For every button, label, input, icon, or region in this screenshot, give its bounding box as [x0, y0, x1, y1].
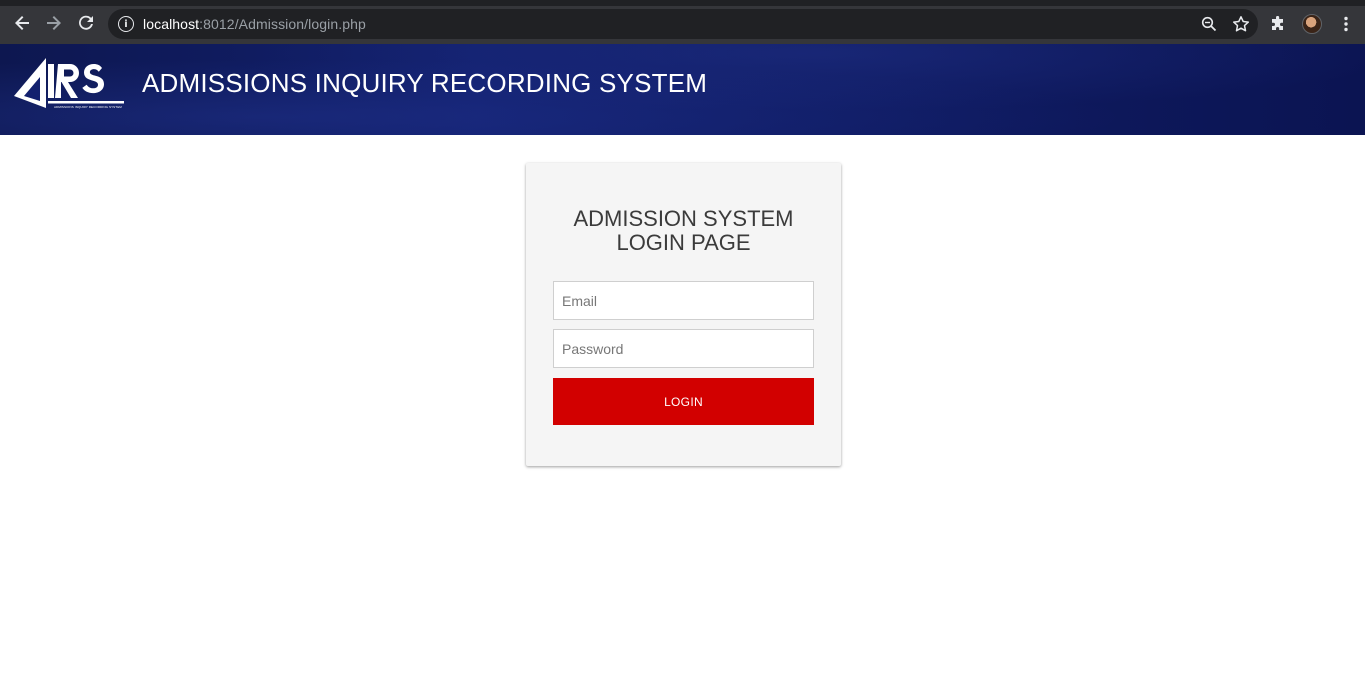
url-path: :8012/Admission/login.php — [199, 16, 366, 32]
logo-subtext: ADMISSIONS INQUIRY RECORDING SYSTEM — [54, 105, 122, 109]
login-button[interactable]: LOGIN — [553, 378, 814, 425]
avatar — [1302, 14, 1322, 34]
password-field[interactable] — [553, 329, 814, 368]
back-arrow-icon[interactable] — [8, 9, 36, 37]
info-icon[interactable]: i — [118, 16, 134, 32]
login-title: ADMISSION SYSTEM LOGIN PAGE — [526, 207, 841, 255]
kebab-menu-icon[interactable] — [1333, 11, 1359, 37]
browser-toolbar: i localhost:8012/Admission/login.php — [0, 0, 1365, 44]
omnibox-actions — [1198, 9, 1252, 39]
url-text[interactable]: localhost:8012/Admission/login.php — [143, 16, 366, 32]
star-icon[interactable] — [1230, 13, 1252, 35]
email-field[interactable] — [553, 281, 814, 320]
address-bar[interactable]: i localhost:8012/Admission/login.php — [108, 9, 1258, 39]
profile-button[interactable] — [1299, 11, 1325, 37]
login-card: ADMISSION SYSTEM LOGIN PAGE LOGIN — [526, 163, 841, 466]
zoom-icon[interactable] — [1198, 13, 1220, 35]
login-title-line1: ADMISSION SYSTEM — [573, 206, 794, 231]
url-host: localhost — [143, 16, 200, 32]
login-title-line2: LOGIN PAGE — [616, 230, 751, 255]
reload-icon[interactable] — [72, 9, 100, 37]
browser-actions — [1265, 9, 1359, 39]
puzzle-icon[interactable] — [1265, 11, 1291, 37]
forward-arrow-icon[interactable] — [40, 9, 68, 37]
airs-logo[interactable]: ADMISSIONS INQUIRY RECORDING SYSTEM — [14, 56, 126, 114]
site-title: ADMISSIONS INQUIRY RECORDING SYSTEM — [142, 68, 708, 98]
site-header: ADMISSIONS INQUIRY RECORDING SYSTEM ADMI… — [0, 44, 1365, 135]
